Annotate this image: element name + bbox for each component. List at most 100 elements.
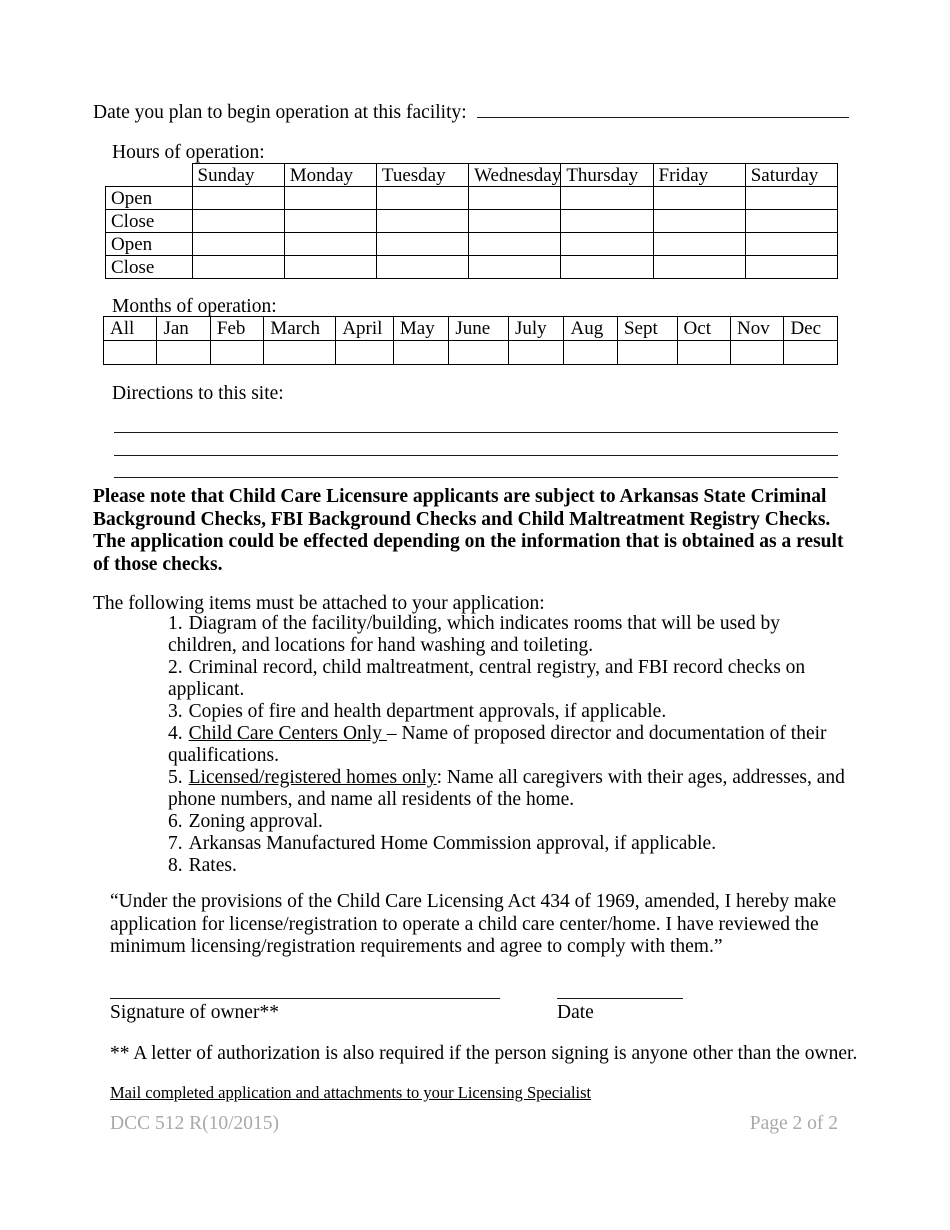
hours-cell-open2-wednesday[interactable] <box>468 232 562 256</box>
attachment-text-6: Zoning approval. <box>188 811 323 832</box>
attachment-number-1: 1. <box>168 613 183 634</box>
hours-header-sunday: Sunday <box>191 163 285 187</box>
hours-cell-open2-sunday[interactable] <box>191 232 285 256</box>
hours-cell-close2-friday[interactable] <box>652 255 746 279</box>
form-page: Date you plan to begin operation at this… <box>0 0 950 1230</box>
hours-cell-open1-thursday[interactable] <box>560 186 654 210</box>
months-header-sept: Sept <box>616 316 678 341</box>
months-header-may: May <box>392 316 450 341</box>
hours-header-friday: Friday <box>652 163 746 187</box>
months-cell-sept[interactable] <box>616 340 678 365</box>
hours-header-tuesday: Tuesday <box>375 163 470 187</box>
hours-cell-close1-wednesday[interactable] <box>468 209 562 233</box>
hours-corner-cell <box>105 163 193 187</box>
attachment-number-5: 5. <box>168 767 183 788</box>
months-cell-july[interactable] <box>507 340 565 365</box>
hours-cell-close2-saturday[interactable] <box>744 255 839 279</box>
hours-cell-open1-tuesday[interactable] <box>375 186 470 210</box>
months-cell-march[interactable] <box>263 340 337 365</box>
hours-cell-open1-friday[interactable] <box>652 186 746 210</box>
begin-date-row: Date you plan to begin operation at this… <box>93 100 853 124</box>
form-number: DCC 512 R(10/2015) <box>110 1113 280 1134</box>
months-header-row: All Jan Feb March April May June July Au… <box>102 316 838 341</box>
begin-date-label: Date you plan to begin operation at this… <box>93 102 467 123</box>
table-row: Open <box>105 232 839 256</box>
months-header-march: March <box>263 316 337 341</box>
months-cell-jan[interactable] <box>156 340 211 365</box>
months-header-aug: Aug <box>563 316 618 341</box>
hours-cell-open2-thursday[interactable] <box>560 232 654 256</box>
hours-cell-close1-monday[interactable] <box>283 209 377 233</box>
attachment-number-4: 4. <box>168 723 183 744</box>
begin-date-input[interactable] <box>476 100 849 118</box>
months-cell-feb[interactable] <box>209 340 265 365</box>
hours-cell-close1-thursday[interactable] <box>560 209 654 233</box>
hours-cell-close1-sunday[interactable] <box>191 209 285 233</box>
list-item: 4. Child Care Centers Only – Name of prop… <box>168 723 848 767</box>
signature-date-label: Date <box>557 1002 594 1023</box>
directions-line-1[interactable] <box>114 432 838 433</box>
hours-header-wednesday: Wednesday <box>468 163 562 187</box>
months-header-nov: Nov <box>729 316 785 341</box>
list-item: 7. Arkansas Manufactured Home Commission … <box>168 833 848 855</box>
attachment-number-7: 7. <box>168 833 183 854</box>
months-cell-aug[interactable] <box>563 340 618 365</box>
signature-owner-input[interactable] <box>110 998 500 999</box>
attachment-number-6: 6. <box>168 811 183 832</box>
months-cell-nov[interactable] <box>729 340 785 365</box>
attachment-text-8: Rates. <box>188 855 237 876</box>
hours-cell-open2-monday[interactable] <box>283 232 377 256</box>
mailing-instruction: Mail completed application and attachmen… <box>110 1083 592 1102</box>
attachment-number-2: 2. <box>168 657 183 678</box>
hours-header-row: Sunday Monday Tuesday Wednesday Thursday… <box>105 163 839 187</box>
list-item: 5. Licensed/registered homes only: Name a… <box>168 767 848 811</box>
directions-caption: Directions to this site: <box>112 383 284 404</box>
hours-cell-open1-saturday[interactable] <box>744 186 839 210</box>
months-cell-oct[interactable] <box>676 340 732 365</box>
months-header-april: April <box>335 316 394 341</box>
authorization-footnote: ** A letter of authorization is also req… <box>110 1043 858 1064</box>
applicant-statement: “Under the provisions of the Child Care … <box>110 891 837 957</box>
signature-date-input[interactable] <box>557 998 683 999</box>
table-row: Close <box>105 209 839 233</box>
hours-cell-close1-saturday[interactable] <box>744 209 839 233</box>
hours-header-thursday: Thursday <box>560 163 654 187</box>
hours-cell-open2-tuesday[interactable] <box>375 232 470 256</box>
months-header-july: July <box>507 316 565 341</box>
months-cell-dec[interactable] <box>783 340 838 365</box>
months-header-jan: Jan <box>156 316 211 341</box>
attachment-number-8: 8. <box>168 855 183 876</box>
hours-header-saturday: Saturday <box>744 163 839 187</box>
list-item: 1. Diagram of the facility/building, whic… <box>168 613 848 657</box>
months-header-dec: Dec <box>783 316 838 341</box>
months-cell-all[interactable] <box>102 340 158 365</box>
table-row: Open <box>105 186 839 210</box>
page-footer: DCC 512 R(10/2015) Page 2 of 2 <box>110 1113 838 1135</box>
attachment-text-3: Copies of fire and health department app… <box>188 701 667 722</box>
directions-line-2[interactable] <box>114 455 838 456</box>
months-cell-april[interactable] <box>335 340 394 365</box>
hours-cell-close1-tuesday[interactable] <box>375 209 470 233</box>
hours-cell-close1-friday[interactable] <box>652 209 746 233</box>
hours-cell-open2-saturday[interactable] <box>744 232 839 256</box>
months-cell-june[interactable] <box>448 340 509 365</box>
list-item: 3. Copies of fire and health department a… <box>168 701 848 723</box>
attachments-list: 1. Diagram of the facility/building, whic… <box>168 613 848 877</box>
hours-cell-open1-wednesday[interactable] <box>468 186 562 210</box>
hours-cell-open1-monday[interactable] <box>283 186 377 210</box>
months-cell-may[interactable] <box>392 340 450 365</box>
hours-cell-close2-tuesday[interactable] <box>375 255 470 279</box>
hours-caption: Hours of operation: <box>112 142 265 163</box>
attachment-text-2: Criminal record, child maltreatment, cen… <box>168 657 806 700</box>
directions-line-3[interactable] <box>114 477 838 478</box>
hours-cell-close2-sunday[interactable] <box>191 255 285 279</box>
hours-cell-close2-wednesday[interactable] <box>468 255 562 279</box>
months-caption: Months of operation: <box>112 296 277 317</box>
signature-owner-label: Signature of owner** <box>110 1002 279 1023</box>
hours-cell-open1-sunday[interactable] <box>191 186 285 210</box>
attachments-intro: The following items must be attached to … <box>93 593 545 614</box>
hours-cell-open2-friday[interactable] <box>652 232 746 256</box>
hours-cell-close2-monday[interactable] <box>283 255 377 279</box>
hours-row-label-close-1: Close <box>105 209 193 233</box>
hours-cell-close2-thursday[interactable] <box>560 255 654 279</box>
